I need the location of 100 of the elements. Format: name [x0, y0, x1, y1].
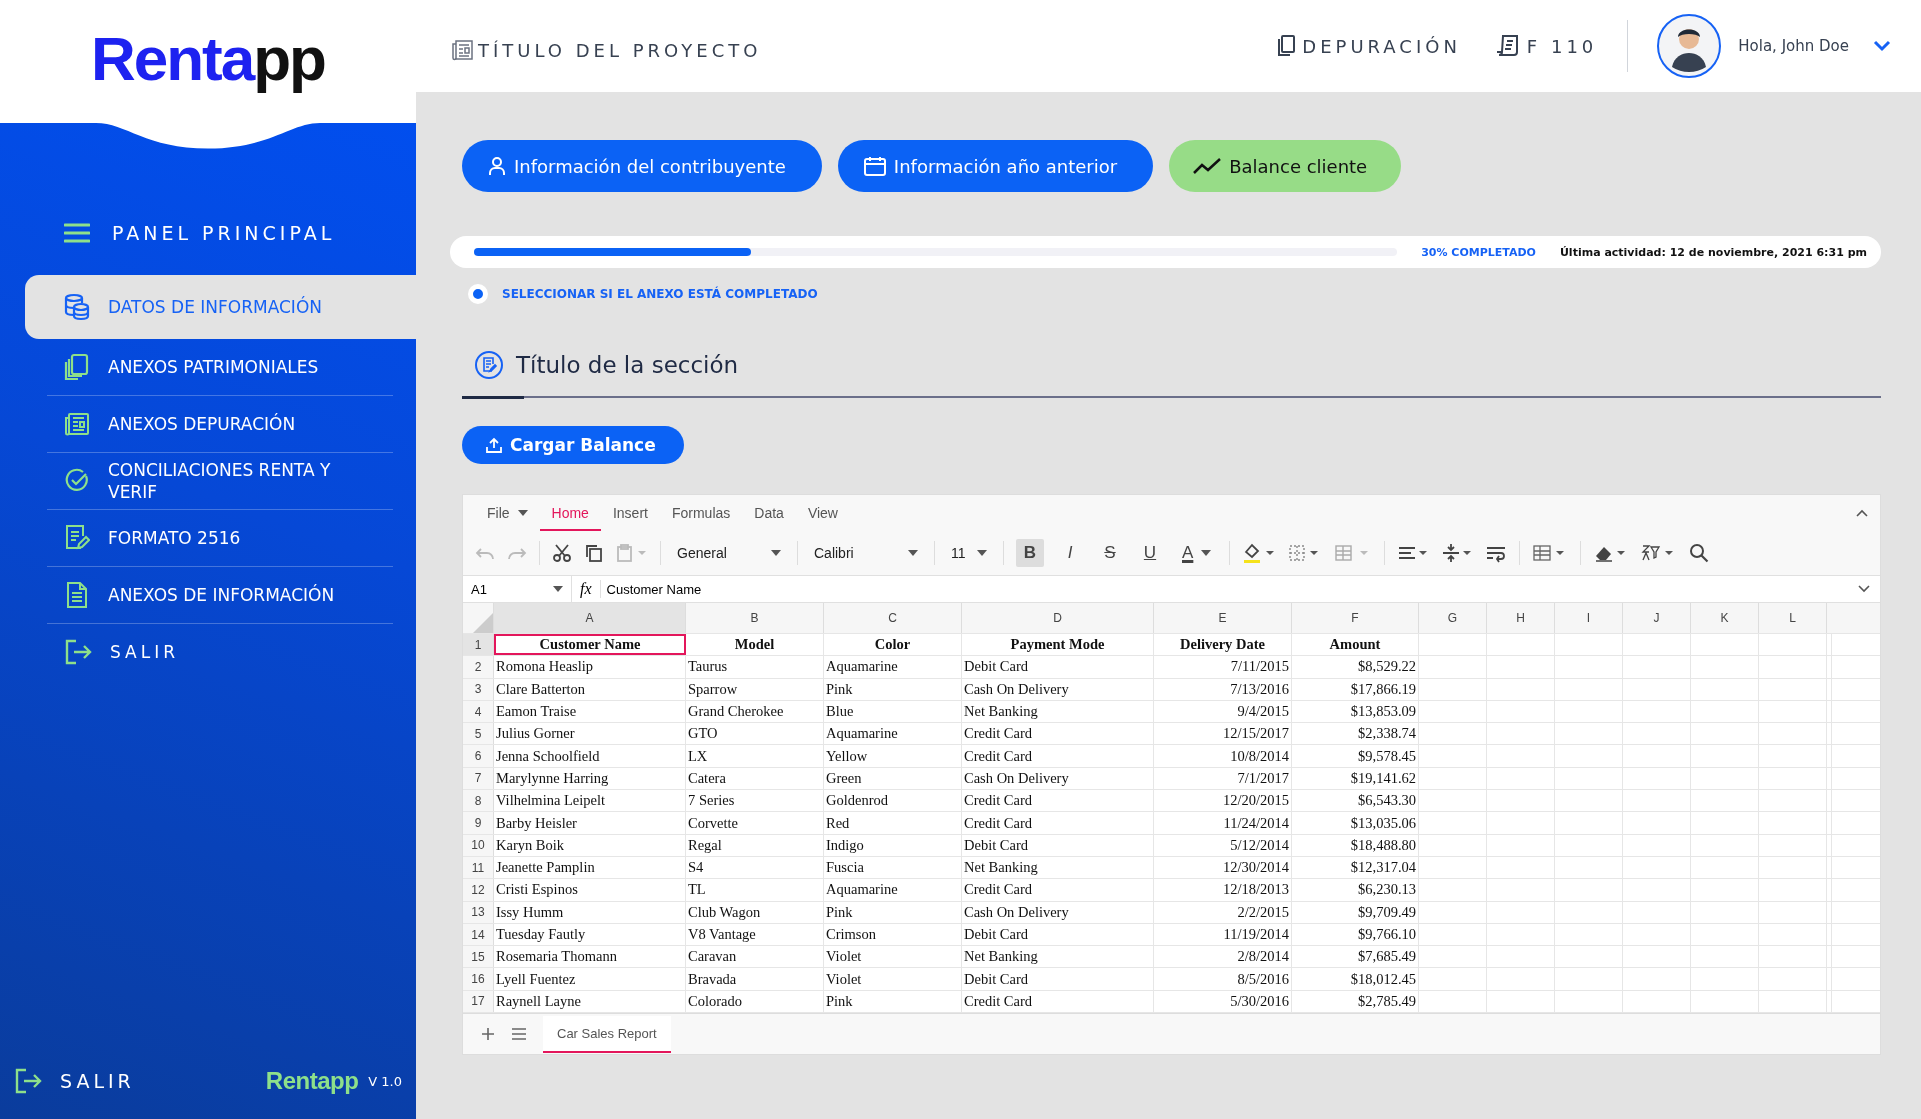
add-sheet-icon[interactable] [481, 1027, 495, 1042]
table-cell: Club Wagon [688, 903, 761, 921]
row-number[interactable]: 14 [463, 923, 494, 946]
copy-icon[interactable] [584, 543, 604, 563]
calendar-icon [863, 156, 886, 176]
ribbon-tab[interactable]: Formulas [659, 505, 743, 531]
format-button[interactable]: B [1016, 539, 1044, 567]
receipt-icon [1494, 34, 1521, 58]
table-cell: $17,866.19 [1350, 680, 1416, 698]
table-cell: $13,853.09 [1350, 703, 1416, 721]
last-activity: Última actividad: 12 de noviembre, 2021 6:31 pm [1559, 245, 1867, 259]
formula-field[interactable]: Customer Name [600, 581, 1858, 597]
row-number[interactable]: 15 [463, 946, 494, 968]
table-cell: $13,035.06 [1350, 814, 1416, 832]
menu-icon[interactable] [511, 1028, 527, 1041]
column-header[interactable]: D [962, 603, 1154, 633]
radio-button[interactable] [468, 284, 488, 304]
column-header[interactable]: J [1623, 603, 1691, 633]
caret-icon [908, 550, 918, 556]
action-button[interactable]: Balance cliente [1169, 140, 1402, 192]
table-cell: Color [874, 636, 911, 654]
format-button[interactable]: A [1176, 539, 1218, 567]
table-cell: Debit Card [964, 836, 1029, 854]
vertical-align-icon[interactable] [1441, 543, 1474, 563]
row-number[interactable]: 13 [463, 901, 494, 923]
number-format-dropdown[interactable]: General [673, 545, 785, 561]
table-cell: Pink [826, 680, 853, 698]
column-header[interactable]: G [1419, 603, 1487, 633]
row-number[interactable]: 16 [463, 968, 494, 990]
table-cell: 12/15/2017 [1222, 725, 1289, 743]
newspaper-icon [452, 39, 474, 61]
row-number[interactable]: 1 [463, 634, 494, 656]
column-header[interactable]: K [1691, 603, 1759, 633]
chevron-down-icon[interactable] [1873, 40, 1891, 52]
sidebar-item[interactable]: ANEXOS DE INFORMACIÓN [47, 566, 393, 623]
upload-button[interactable]: Cargar Balance [462, 426, 684, 464]
fill-color-icon[interactable] [1242, 542, 1277, 564]
row-number[interactable]: 4 [463, 700, 494, 723]
avatar[interactable] [1656, 13, 1723, 79]
logo: Rentapp [91, 23, 325, 94]
sheet-tab[interactable]: Car Sales Report [543, 1015, 671, 1053]
ribbon-tab[interactable]: View [795, 505, 850, 531]
row-number[interactable]: 3 [463, 678, 494, 700]
row-number[interactable]: 11 [463, 856, 494, 879]
column-header[interactable]: F [1292, 603, 1419, 633]
table-cell: TL [688, 881, 706, 899]
table-cell: 12/18/2013 [1222, 881, 1289, 899]
ribbon-tab[interactable]: Insert [600, 505, 660, 531]
row-number[interactable]: 2 [463, 656, 494, 678]
table-cell: Credit Card [964, 792, 1033, 810]
table-cell: 2/8/2014 [1237, 948, 1289, 966]
format-button[interactable]: U [1136, 539, 1164, 567]
row-number[interactable]: 17 [463, 990, 494, 1013]
collapse-icon[interactable] [1856, 509, 1868, 517]
row-number[interactable]: 10 [463, 834, 494, 856]
version-label: V 1.0 [368, 1073, 402, 1089]
cut-icon[interactable] [552, 543, 572, 563]
table-cell: Caravan [688, 948, 737, 966]
ribbon-tab[interactable]: Data [742, 505, 796, 531]
name-box[interactable]: A1 [463, 576, 572, 602]
action-button[interactable]: Información del contribuyente [462, 140, 822, 192]
sidebar-item[interactable]: ANEXOS DEPURACIÓN [47, 395, 393, 452]
row-number[interactable]: 9 [463, 812, 494, 834]
table-cell: Pink [826, 903, 853, 921]
column-header[interactable]: L [1759, 603, 1827, 633]
exit-item[interactable]: SALIR [47, 623, 393, 680]
row-number[interactable]: 12 [463, 879, 494, 901]
row-number[interactable]: 7 [463, 767, 494, 790]
column-header[interactable]: H [1487, 603, 1555, 633]
font-size-dropdown[interactable]: 11 [947, 545, 991, 561]
section-title: Título de la sección [516, 352, 739, 378]
table-cell: $19,141.62 [1350, 769, 1416, 787]
column-header[interactable]: I [1555, 603, 1623, 633]
action-button[interactable]: Información año anterior [837, 140, 1154, 192]
expand-icon[interactable] [1858, 585, 1870, 593]
sidebar-item[interactable]: FORMATO 2516 [47, 509, 393, 566]
radio-label: SELECCIONAR SI EL ANEXO ESTÁ COMPLETADO [502, 287, 818, 301]
sidebar-item[interactable]: CONCILIACIONES RENTA Y VERIF [47, 452, 393, 509]
sidebar-item[interactable]: ANEXOS PATRIMONIALES [47, 339, 393, 395]
row-number[interactable]: 5 [463, 723, 494, 745]
table-cell: Clare Batterton [496, 680, 585, 698]
table-cell: Indigo [826, 836, 864, 854]
column-header[interactable]: A [494, 603, 686, 633]
check-circle-icon [64, 468, 90, 494]
ribbon-tab[interactable]: File [475, 505, 540, 531]
exit-button[interactable]: SALIR [14, 1068, 135, 1094]
font-dropdown[interactable]: Calibri [810, 545, 922, 561]
progress-label: 30% COMPLETADO [1421, 245, 1536, 259]
sidebar-item[interactable]: DATOS DE INFORMACIÓN [25, 275, 416, 339]
format-button[interactable]: S [1096, 539, 1124, 567]
column-header[interactable]: E [1154, 603, 1292, 633]
format-button[interactable]: I [1056, 539, 1084, 567]
form-link[interactable]: F 110 [1494, 34, 1598, 58]
column-header[interactable]: B [686, 603, 824, 633]
table-cell: Raynell Layne [496, 992, 581, 1010]
column-header[interactable]: C [824, 603, 962, 633]
module-link[interactable]: DEPURACIÓN [1276, 34, 1461, 58]
row-number[interactable]: 8 [463, 790, 494, 812]
search-icon[interactable] [1689, 543, 1710, 563]
row-number[interactable]: 6 [463, 745, 494, 767]
